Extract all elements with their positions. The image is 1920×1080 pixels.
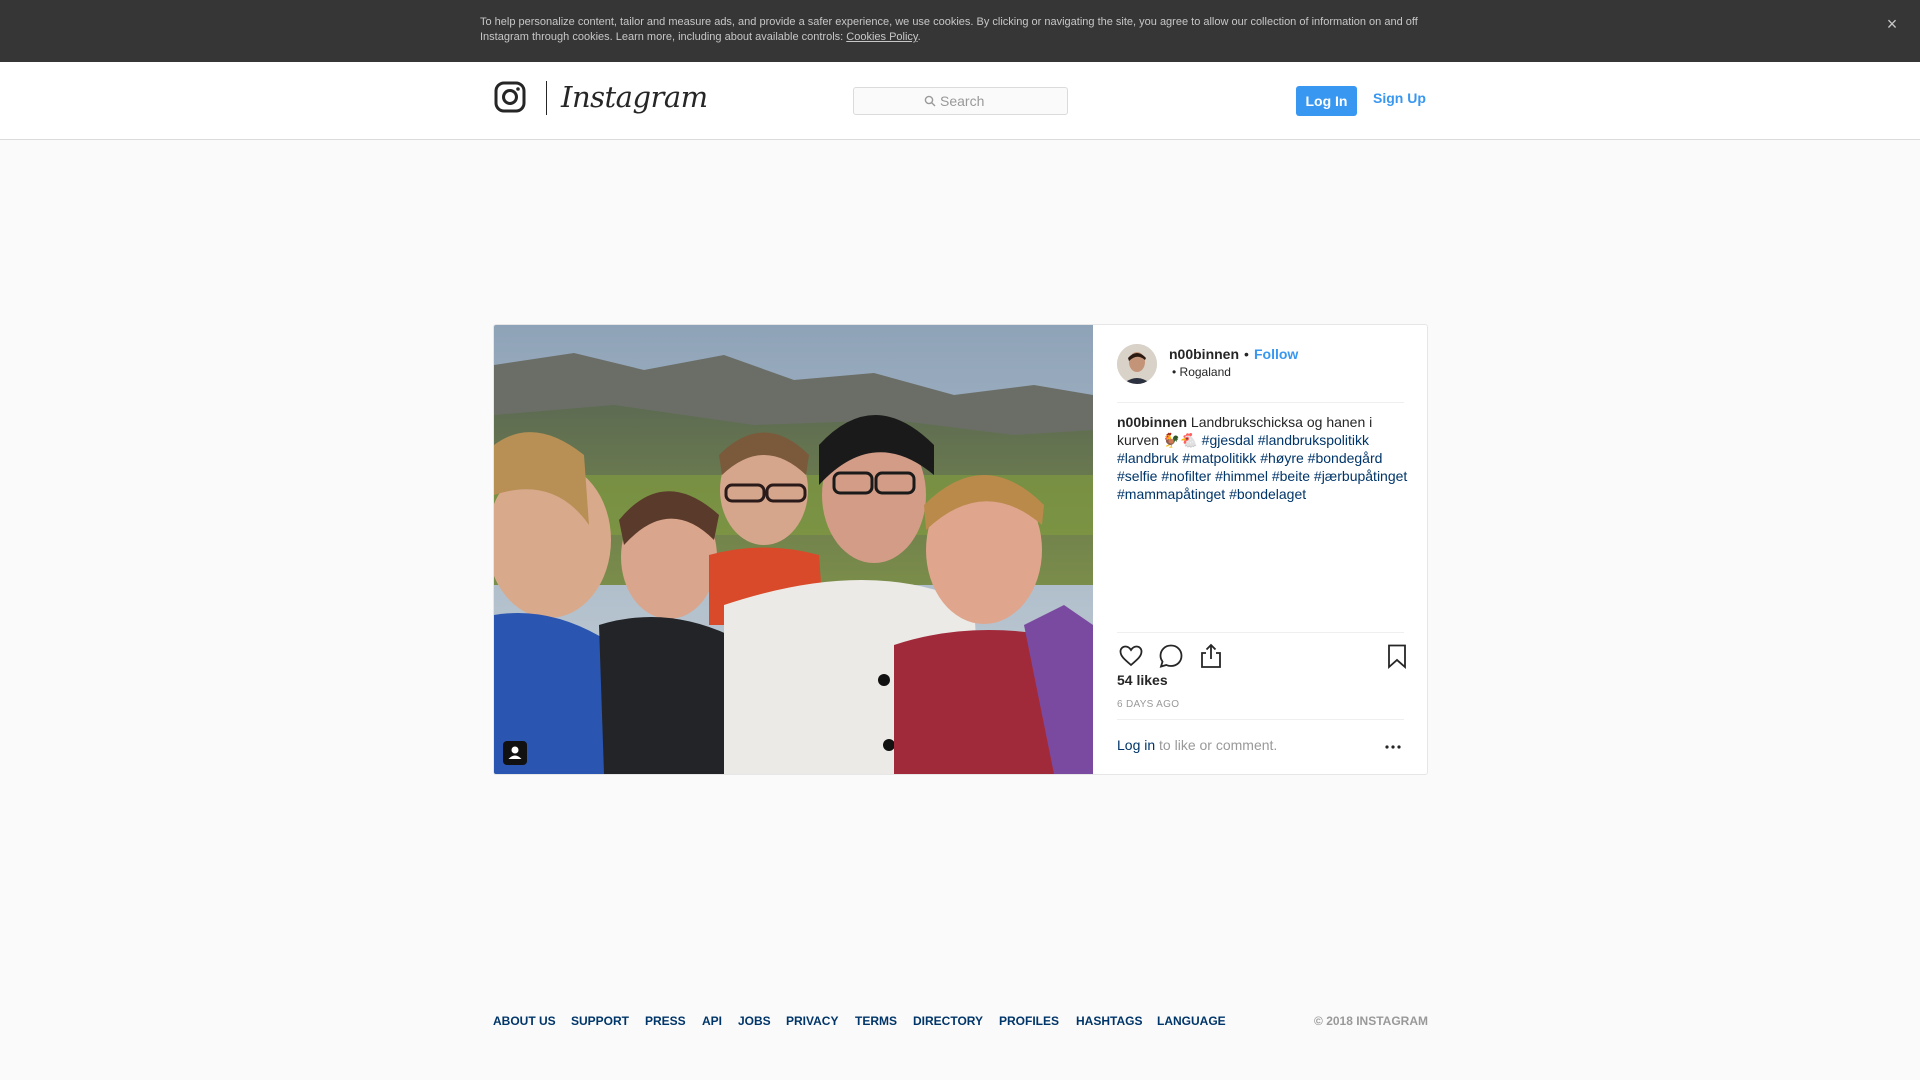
- search-icon: [924, 95, 936, 107]
- logo-divider: [546, 81, 547, 115]
- cookie-banner-period: .: [917, 31, 921, 43]
- hashtag-link[interactable]: #bondelaget: [1229, 486, 1306, 502]
- hashtag-link[interactable]: #himmel: [1215, 468, 1268, 484]
- bookmark-icon[interactable]: [1383, 642, 1411, 670]
- hashtag-link[interactable]: #beite: [1272, 468, 1310, 484]
- footer-link-language[interactable]: LANGUAGE: [1157, 1014, 1226, 1028]
- hashtag-link[interactable]: #mammapåtinget: [1117, 486, 1225, 502]
- login-prompt: Log in to like or comment.: [1117, 737, 1277, 753]
- heart-icon[interactable]: [1117, 642, 1145, 670]
- log-in-link[interactable]: Log in: [1117, 737, 1155, 753]
- hashtag-link[interactable]: #høyre: [1260, 450, 1304, 466]
- post-photo[interactable]: [494, 325, 1093, 774]
- top-nav: Instagram Log In Sign Up: [0, 62, 1920, 140]
- username-separator: •: [1244, 346, 1249, 362]
- hashtag-link[interactable]: #matpolitikk: [1182, 450, 1256, 466]
- post-card: n00binnen • Follow • Rogaland n00binnen …: [493, 324, 1428, 775]
- login-prompt-text: to like or comment.: [1155, 737, 1278, 753]
- post-username[interactable]: n00binnen: [1169, 346, 1239, 362]
- more-options-icon[interactable]: [1383, 739, 1403, 755]
- hashtag-link[interactable]: #nofilter: [1161, 468, 1211, 484]
- footer-link-profiles[interactable]: PROFILES: [999, 1014, 1059, 1028]
- hashtag-link[interactable]: #bondegård: [1308, 450, 1383, 466]
- hashtag-link[interactable]: #gjesdal: [1202, 432, 1254, 448]
- footer-link-jobs[interactable]: JOBS: [738, 1014, 771, 1028]
- share-icon[interactable]: [1197, 642, 1225, 670]
- divider: [1117, 719, 1404, 720]
- footer-link-about-us[interactable]: ABOUT US: [493, 1014, 556, 1028]
- footer-link-api[interactable]: API: [702, 1014, 722, 1028]
- comment-icon[interactable]: [1157, 642, 1185, 670]
- search-box[interactable]: [853, 87, 1068, 115]
- hashtag-link[interactable]: #jærbupåtinget: [1314, 468, 1407, 484]
- instagram-glyph-icon[interactable]: [494, 81, 526, 113]
- footer-link-directory[interactable]: DIRECTORY: [913, 1014, 983, 1028]
- post-timestamp[interactable]: 6 DAYS AGO: [1117, 699, 1179, 710]
- instagram-wordmark[interactable]: Instagram: [561, 80, 708, 114]
- cookie-banner: To help personalize content, tailor and …: [0, 0, 1920, 62]
- likes-count[interactable]: 54 likes: [1117, 672, 1168, 688]
- hashtag-link[interactable]: #landbrukspolitikk: [1258, 432, 1369, 448]
- footer-link-hashtags[interactable]: HASHTAGS: [1076, 1014, 1142, 1028]
- hashtag-link[interactable]: #selfie: [1117, 468, 1157, 484]
- avatar[interactable]: [1117, 344, 1157, 384]
- cookies-policy-link[interactable]: Cookies Policy: [846, 31, 917, 43]
- cookie-banner-text: To help personalize content, tailor and …: [480, 15, 1440, 45]
- post-caption: n00binnen Landbrukschicksa og hanen i ku…: [1117, 413, 1411, 503]
- log-in-button[interactable]: Log In: [1296, 86, 1357, 116]
- sign-up-link[interactable]: Sign Up: [1373, 90, 1426, 106]
- copyright: © 2018 INSTAGRAM: [1314, 1014, 1428, 1028]
- cookie-banner-message: To help personalize content, tailor and …: [480, 16, 1418, 43]
- footer-link-press[interactable]: PRESS: [645, 1014, 686, 1028]
- group-selfie-image: [494, 325, 1093, 774]
- caption-username[interactable]: n00binnen: [1117, 414, 1187, 430]
- post-sidebar: n00binnen • Follow • Rogaland n00binnen …: [1093, 325, 1427, 774]
- follow-button[interactable]: Follow: [1254, 346, 1298, 362]
- hashtag-link[interactable]: #landbruk: [1117, 450, 1179, 466]
- search-input[interactable]: [940, 91, 1060, 111]
- user-tag-icon[interactable]: [503, 741, 527, 765]
- footer-link-privacy[interactable]: PRIVACY: [786, 1014, 838, 1028]
- close-icon[interactable]: ×: [1882, 14, 1902, 34]
- divider: [1117, 402, 1404, 403]
- divider: [1117, 632, 1404, 633]
- post-location[interactable]: • Rogaland: [1172, 365, 1231, 379]
- footer-link-terms[interactable]: TERMS: [855, 1014, 897, 1028]
- footer-link-support[interactable]: SUPPORT: [571, 1014, 629, 1028]
